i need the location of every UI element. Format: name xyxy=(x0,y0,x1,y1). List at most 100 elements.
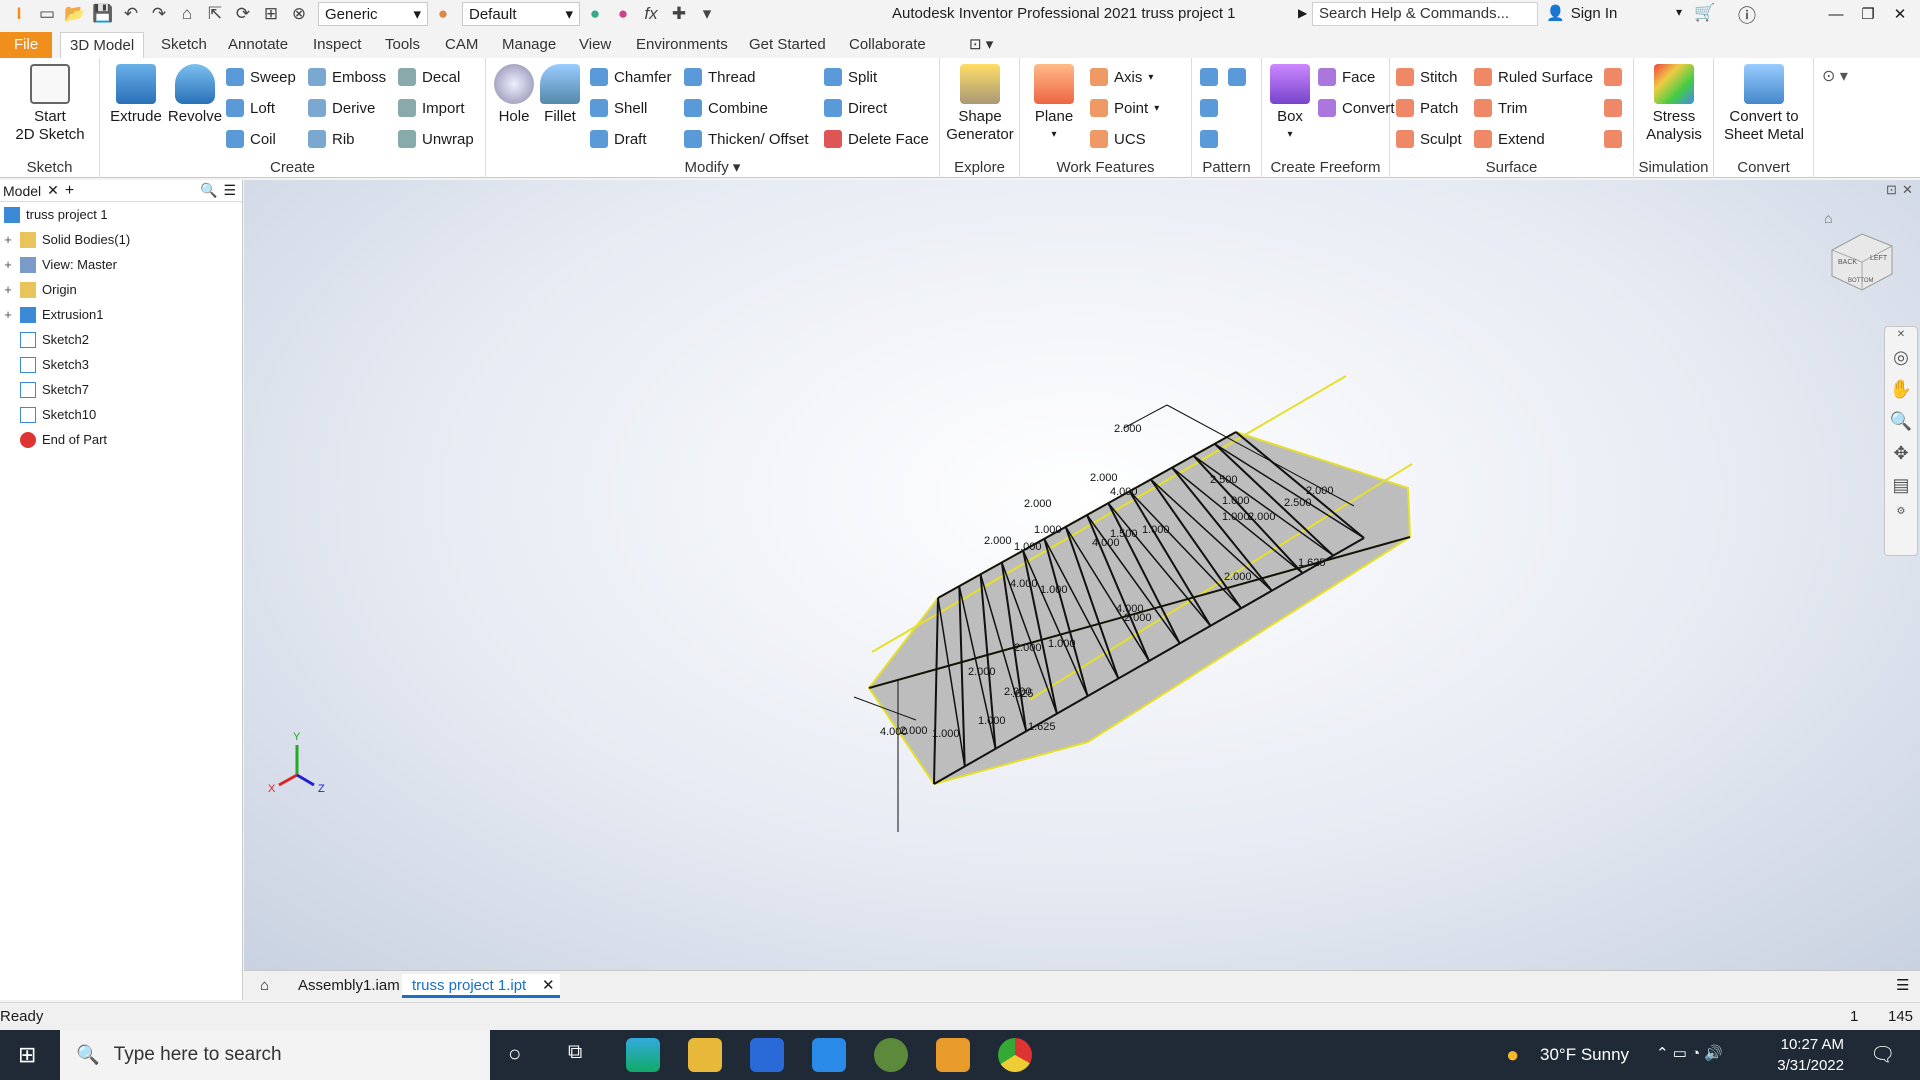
tree-item-sketch3[interactable]: Sketch3 xyxy=(0,352,242,377)
task-view-icon[interactable]: ⧉ xyxy=(568,1041,582,1064)
expand-icon[interactable]: + xyxy=(0,232,16,247)
notifications-icon[interactable]: 🗨 xyxy=(1870,1042,1895,1067)
panel-toggle-icon[interactable]: ⊡ ▾ xyxy=(960,32,1002,58)
dimension-label[interactable]: 2.000 xyxy=(1248,511,1276,523)
revolve-button[interactable]: Revolve xyxy=(162,64,228,126)
tree-item-sketch7[interactable]: Sketch7 xyxy=(0,377,242,402)
thread-button[interactable]: Thread xyxy=(684,64,756,90)
dimension-label[interactable]: 2.000 xyxy=(1014,642,1042,654)
chevron-down-icon[interactable]: ▾ xyxy=(1676,5,1682,19)
app-icon[interactable] xyxy=(874,1038,908,1072)
split-button[interactable]: Split xyxy=(824,64,877,90)
stitch-button[interactable]: Stitch xyxy=(1396,64,1458,90)
clock-date[interactable]: 3/31/2022 xyxy=(1776,1057,1844,1074)
modify-panel-dropdown[interactable]: Modify ▾ xyxy=(486,158,939,176)
appearance-icon[interactable]: ● xyxy=(430,2,456,26)
replace-face-button[interactable] xyxy=(1604,64,1622,90)
shell-button[interactable]: Shell xyxy=(590,95,647,121)
dimension-label[interactable]: 2.000 xyxy=(968,666,996,678)
import-button[interactable]: Import xyxy=(398,95,465,121)
tree-item-origin[interactable]: + Origin xyxy=(0,277,242,302)
maximize-icon[interactable]: ⊡ xyxy=(1886,182,1897,198)
derive-button[interactable]: Derive xyxy=(308,95,375,121)
tab-get-started[interactable]: Get Started xyxy=(740,32,835,58)
tab-file[interactable]: File xyxy=(0,32,53,58)
ucs-button[interactable]: UCS xyxy=(1090,126,1146,152)
ruled-surface-button[interactable]: Ruled Surface xyxy=(1474,64,1593,90)
inventor-taskbar-icon[interactable] xyxy=(936,1038,970,1072)
dimension-label[interactable]: 2.000 xyxy=(984,535,1012,547)
box-button[interactable]: Box ▾ xyxy=(1266,64,1314,144)
dimension-label[interactable]: 1.000 xyxy=(1014,541,1042,553)
home-icon[interactable]: ⌂ xyxy=(174,2,200,26)
draft-button[interactable]: Draft xyxy=(590,126,647,152)
dimension-label[interactable]: 1.500 xyxy=(1110,528,1138,540)
dimension-label[interactable]: 1.000 xyxy=(1142,524,1170,536)
sculpt-button[interactable]: Sculpt xyxy=(1396,126,1462,152)
dimension-label[interactable]: 2.000 xyxy=(1306,485,1334,497)
rectangular-pattern-button[interactable] xyxy=(1200,64,1218,90)
fit-mesh-button[interactable] xyxy=(1604,126,1622,152)
clear-icon[interactable]: ⊗ xyxy=(286,2,312,26)
clock-time[interactable]: 10:27 AM xyxy=(1776,1036,1844,1053)
viewcube[interactable]: BACK LEFT BOTTOM xyxy=(1822,220,1902,300)
inventor-logo-icon[interactable]: I xyxy=(6,2,32,26)
select-icon[interactable]: ⊞ xyxy=(258,2,284,26)
add-icon[interactable]: + xyxy=(65,182,74,200)
plane-button[interactable]: Plane ▾ xyxy=(1026,64,1082,144)
zoom-icon[interactable]: 🔍 xyxy=(1885,405,1917,437)
extrude-button[interactable]: Extrude xyxy=(106,64,166,126)
model-tab[interactable]: Model xyxy=(3,183,41,199)
doc-tab-assembly[interactable]: Assembly1.iam xyxy=(288,974,410,998)
tab-3d-model[interactable]: 3D Model xyxy=(60,32,145,58)
rib-button[interactable]: Rib xyxy=(308,126,355,152)
loft-button[interactable]: Loft xyxy=(226,95,275,121)
expand-icon[interactable]: + xyxy=(0,257,16,272)
close-icon[interactable]: ✕ xyxy=(47,182,59,199)
stress-analysis-button[interactable]: Stress Analysis xyxy=(1638,64,1710,144)
windows-start-icon[interactable]: ⊞ xyxy=(18,1042,36,1068)
close-icon[interactable]: ✕ xyxy=(1902,182,1913,198)
system-tray-icons[interactable]: ⌃ ▭ ◔ 🔊 xyxy=(1656,1044,1723,1062)
tree-item-solid-bodies[interactable]: + Solid Bodies(1) xyxy=(0,227,242,252)
expand-icon[interactable]: + xyxy=(0,307,16,322)
weather-icon[interactable]: ● xyxy=(1506,1042,1519,1068)
help-search-input[interactable]: Search Help & Commands... xyxy=(1312,2,1538,26)
mail-icon[interactable] xyxy=(812,1038,846,1072)
chrome-icon[interactable] xyxy=(998,1038,1032,1072)
dimension-label[interactable]: 1.000 xyxy=(1034,524,1062,536)
tree-item-sketch10[interactable]: Sketch10 xyxy=(0,402,242,427)
fillet-button[interactable]: Fillet xyxy=(536,64,584,126)
sweep-button[interactable]: Sweep xyxy=(226,64,296,90)
dimension-label[interactable]: 1.625 xyxy=(1028,721,1056,733)
appearance-dropdown[interactable]: Default ▾ xyxy=(462,2,580,26)
file-explorer-icon[interactable] xyxy=(688,1038,722,1072)
minimize-icon[interactable]: — xyxy=(1820,0,1852,28)
dimension-label[interactable]: 4.000 xyxy=(1110,486,1138,498)
decal-button[interactable]: Decal xyxy=(398,64,460,90)
tab-inspect[interactable]: Inspect xyxy=(304,32,370,58)
dimension-label[interactable]: 2.000 xyxy=(900,725,928,737)
customize-icon[interactable]: ▾ xyxy=(694,2,720,26)
expand-icon[interactable]: + xyxy=(0,282,16,297)
restore-icon[interactable]: ❐ xyxy=(1852,0,1884,28)
convert-sheet-metal-button[interactable]: Convert to Sheet Metal xyxy=(1718,64,1810,144)
close-icon[interactable]: ✕ xyxy=(532,974,565,998)
dimension-label[interactable]: 2.000 xyxy=(1124,612,1152,624)
parameters-icon[interactable]: fx xyxy=(638,2,664,26)
tree-item-sketch2[interactable]: Sketch2 xyxy=(0,327,242,352)
save-icon[interactable]: 💾 xyxy=(90,2,116,26)
adjust-icon[interactable]: ● xyxy=(582,2,608,26)
sketch-pattern-button[interactable] xyxy=(1200,126,1218,152)
dimension-label[interactable]: 2.000 xyxy=(1224,571,1252,583)
cortana-icon[interactable]: ○ xyxy=(508,1041,521,1067)
dimension-label[interactable]: 4.000 xyxy=(1010,578,1038,590)
tab-collaborate[interactable]: Collaborate xyxy=(840,32,935,58)
direct-button[interactable]: Direct xyxy=(824,95,887,121)
point-button[interactable]: Point ▾ xyxy=(1090,95,1159,121)
extend-button[interactable]: Extend xyxy=(1474,126,1545,152)
search-icon[interactable]: 🔍 xyxy=(200,182,217,199)
emboss-button[interactable]: Emboss xyxy=(308,64,386,90)
close-icon[interactable]: ✕ xyxy=(1885,327,1917,341)
home-tab-icon[interactable]: ⌂ xyxy=(250,974,279,998)
